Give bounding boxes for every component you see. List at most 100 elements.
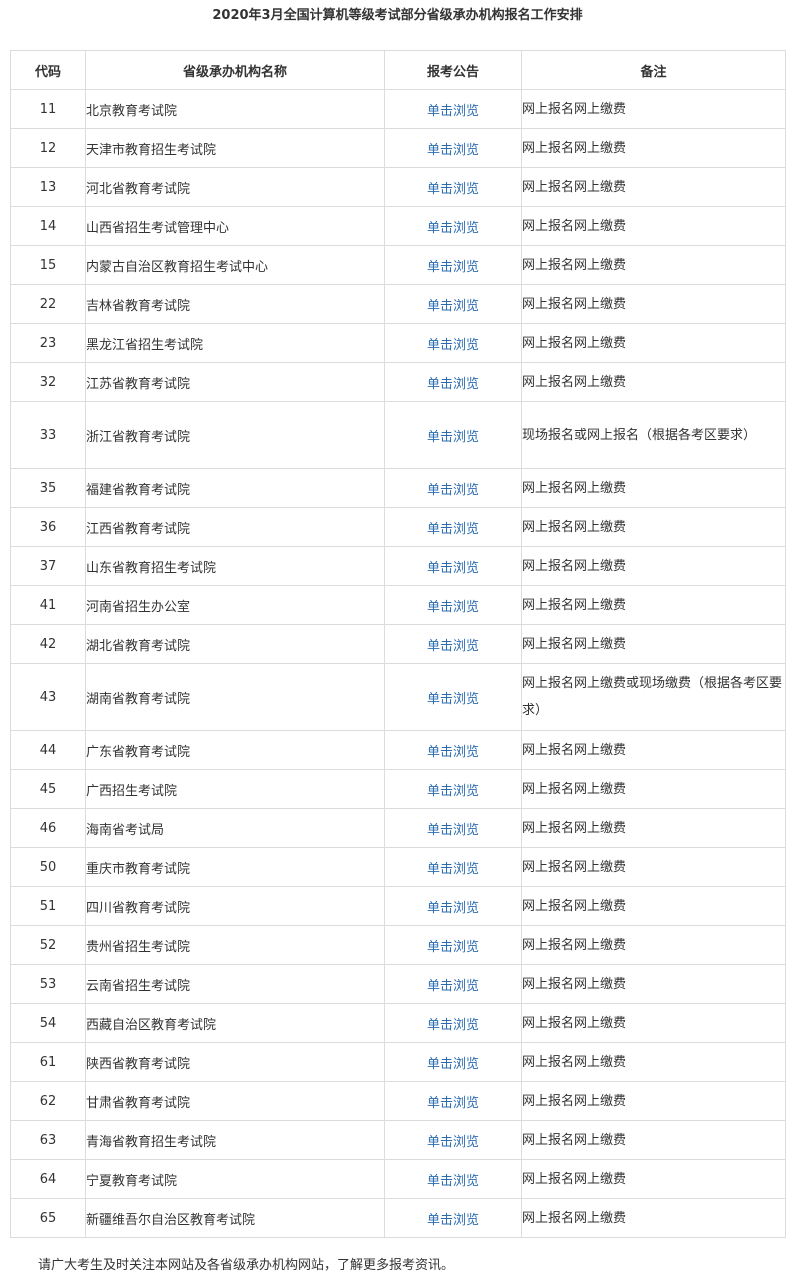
- browse-link[interactable]: 单击浏览: [427, 1096, 479, 1111]
- cell-institution-name: 广西招生考试院: [85, 769, 385, 809]
- page-title: 2020年3月全国计算机等级考试部分省级承办机构报名工作安排: [212, 8, 583, 23]
- cell-institution-name: 北京教育考试院: [85, 89, 385, 129]
- cell-announcement: 单击浏览: [384, 964, 522, 1004]
- browse-link[interactable]: 单击浏览: [427, 979, 479, 994]
- cell-institution-name: 江苏省教育考试院: [85, 362, 385, 402]
- table-row: 36 江西省教育考试院 单击浏览 网上报名网上缴费: [10, 507, 786, 547]
- browse-link[interactable]: 单击浏览: [427, 784, 479, 799]
- cell-announcement: 单击浏览: [384, 206, 522, 246]
- cell-code: 33: [10, 401, 86, 469]
- cell-institution-name: 新疆维吾尔自治区教育考试院: [85, 1198, 385, 1238]
- browse-link[interactable]: 单击浏览: [427, 862, 479, 877]
- browse-link[interactable]: 单击浏览: [427, 221, 479, 236]
- cell-institution-name: 云南省招生考试院: [85, 964, 385, 1004]
- browse-link[interactable]: 单击浏览: [427, 377, 479, 392]
- browse-link[interactable]: 单击浏览: [427, 1174, 479, 1189]
- cell-code: 43: [10, 663, 86, 731]
- cell-institution-name: 贵州省招生考试院: [85, 925, 385, 965]
- table-header-row: 代码 省级承办机构名称 报考公告 备注: [10, 50, 786, 90]
- table-row: 54 西藏自治区教育考试院 单击浏览 网上报名网上缴费: [10, 1003, 786, 1043]
- cell-remarks: 网上报名网上缴费: [521, 1120, 786, 1160]
- cell-institution-name: 陕西省教育考试院: [85, 1042, 385, 1082]
- footer-note: 请广大考生及时关注本网站及各省级承办机构网站，了解更多报考资讯。: [38, 1258, 455, 1273]
- browse-link[interactable]: 单击浏览: [427, 1213, 479, 1228]
- browse-link[interactable]: 单击浏览: [427, 940, 479, 955]
- cell-remarks: 网上报名网上缴费: [521, 1042, 786, 1082]
- browse-link[interactable]: 单击浏览: [427, 1018, 479, 1033]
- cell-announcement: 单击浏览: [384, 128, 522, 168]
- browse-link[interactable]: 单击浏览: [427, 338, 479, 353]
- cell-remarks: 网上报名网上缴费: [521, 925, 786, 965]
- browse-link[interactable]: 单击浏览: [427, 104, 479, 119]
- cell-announcement: 单击浏览: [384, 886, 522, 926]
- browse-link[interactable]: 单击浏览: [427, 901, 479, 916]
- cell-code: 46: [10, 808, 86, 848]
- cell-remarks: 网上报名网上缴费: [521, 362, 786, 402]
- schedule-table: 代码 省级承办机构名称 报考公告 备注 11 北京教育考试院 单击浏览 网上报名网上缴…: [10, 50, 786, 1238]
- cell-remarks: 网上报名网上缴费: [521, 769, 786, 809]
- cell-code: 13: [10, 167, 86, 207]
- cell-remarks: 网上报名网上缴费: [521, 585, 786, 625]
- cell-remarks: 网上报名网上缴费: [521, 624, 786, 664]
- table-row: 37 山东省教育招生考试院 单击浏览 网上报名网上缴费: [10, 546, 786, 586]
- cell-remarks: 网上报名网上缴费: [521, 206, 786, 246]
- cell-code: 37: [10, 546, 86, 586]
- table-row: 64 宁夏教育考试院 单击浏览 网上报名网上缴费: [10, 1159, 786, 1199]
- cell-announcement: 单击浏览: [384, 284, 522, 324]
- table-row: 14 山西省招生考试管理中心 单击浏览 网上报名网上缴费: [10, 206, 786, 246]
- cell-code: 44: [10, 730, 86, 770]
- browse-link[interactable]: 单击浏览: [427, 483, 479, 498]
- browse-link[interactable]: 单击浏览: [427, 745, 479, 760]
- cell-announcement: 单击浏览: [384, 401, 522, 469]
- cell-announcement: 单击浏览: [384, 925, 522, 965]
- cell-institution-name: 河南省招生办公室: [85, 585, 385, 625]
- cell-remarks: 网上报名网上缴费: [521, 245, 786, 285]
- cell-code: 12: [10, 128, 86, 168]
- browse-link[interactable]: 单击浏览: [427, 1135, 479, 1150]
- browse-link[interactable]: 单击浏览: [427, 823, 479, 838]
- cell-announcement: 单击浏览: [384, 730, 522, 770]
- cell-institution-name: 海南省考试局: [85, 808, 385, 848]
- cell-institution-name: 甘肃省教育考试院: [85, 1081, 385, 1121]
- table-row: 44 广东省教育考试院 单击浏览 网上报名网上缴费: [10, 730, 786, 770]
- cell-code: 63: [10, 1120, 86, 1160]
- cell-announcement: 单击浏览: [384, 362, 522, 402]
- browse-link[interactable]: 单击浏览: [427, 600, 479, 615]
- browse-link[interactable]: 单击浏览: [427, 522, 479, 537]
- cell-announcement: 单击浏览: [384, 468, 522, 508]
- browse-link[interactable]: 单击浏览: [427, 692, 479, 707]
- table-row: 65 新疆维吾尔自治区教育考试院 单击浏览 网上报名网上缴费: [10, 1198, 786, 1238]
- cell-remarks: 现场报名或网上报名（根据各考区要求）: [521, 401, 786, 469]
- cell-remarks: 网上报名网上缴费: [521, 89, 786, 129]
- browse-link[interactable]: 单击浏览: [427, 260, 479, 275]
- table-row: 33 浙江省教育考试院 单击浏览 现场报名或网上报名（根据各考区要求）: [10, 401, 786, 469]
- cell-announcement: 单击浏览: [384, 1198, 522, 1238]
- table-row: 42 湖北省教育考试院 单击浏览 网上报名网上缴费: [10, 624, 786, 664]
- browse-link[interactable]: 单击浏览: [427, 143, 479, 158]
- cell-code: 54: [10, 1003, 86, 1043]
- cell-remarks: 网上报名网上缴费或现场缴费（根据各考区要求）: [521, 663, 786, 731]
- cell-institution-name: 湖南省教育考试院: [85, 663, 385, 731]
- browse-link[interactable]: 单击浏览: [427, 561, 479, 576]
- table-row: 61 陕西省教育考试院 单击浏览 网上报名网上缴费: [10, 1042, 786, 1082]
- cell-announcement: 单击浏览: [384, 89, 522, 129]
- table-row: 51 四川省教育考试院 单击浏览 网上报名网上缴费: [10, 886, 786, 926]
- browse-link[interactable]: 单击浏览: [427, 1057, 479, 1072]
- cell-announcement: 单击浏览: [384, 1159, 522, 1199]
- cell-institution-name: 青海省教育招生考试院: [85, 1120, 385, 1160]
- browse-link[interactable]: 单击浏览: [427, 430, 479, 445]
- cell-code: 53: [10, 964, 86, 1004]
- browse-link[interactable]: 单击浏览: [427, 299, 479, 314]
- cell-institution-name: 浙江省教育考试院: [85, 401, 385, 469]
- table-row: 23 黑龙江省招生考试院 单击浏览 网上报名网上缴费: [10, 323, 786, 363]
- browse-link[interactable]: 单击浏览: [427, 182, 479, 197]
- cell-institution-name: 广东省教育考试院: [85, 730, 385, 770]
- cell-remarks: 网上报名网上缴费: [521, 507, 786, 547]
- cell-code: 52: [10, 925, 86, 965]
- cell-announcement: 单击浏览: [384, 808, 522, 848]
- browse-link[interactable]: 单击浏览: [427, 639, 479, 654]
- cell-institution-name: 四川省教育考试院: [85, 886, 385, 926]
- header-announcement: 报考公告: [384, 50, 522, 90]
- cell-institution-name: 福建省教育考试院: [85, 468, 385, 508]
- cell-remarks: 网上报名网上缴费: [521, 1159, 786, 1199]
